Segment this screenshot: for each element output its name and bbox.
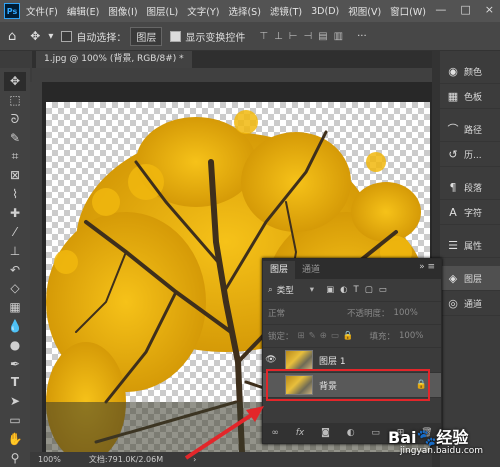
annotation-arrow: [184, 406, 264, 460]
baidu-watermark: Bai🐾经验: [388, 428, 469, 447]
watermark-url: jingyan.baidu.com: [400, 446, 484, 456]
